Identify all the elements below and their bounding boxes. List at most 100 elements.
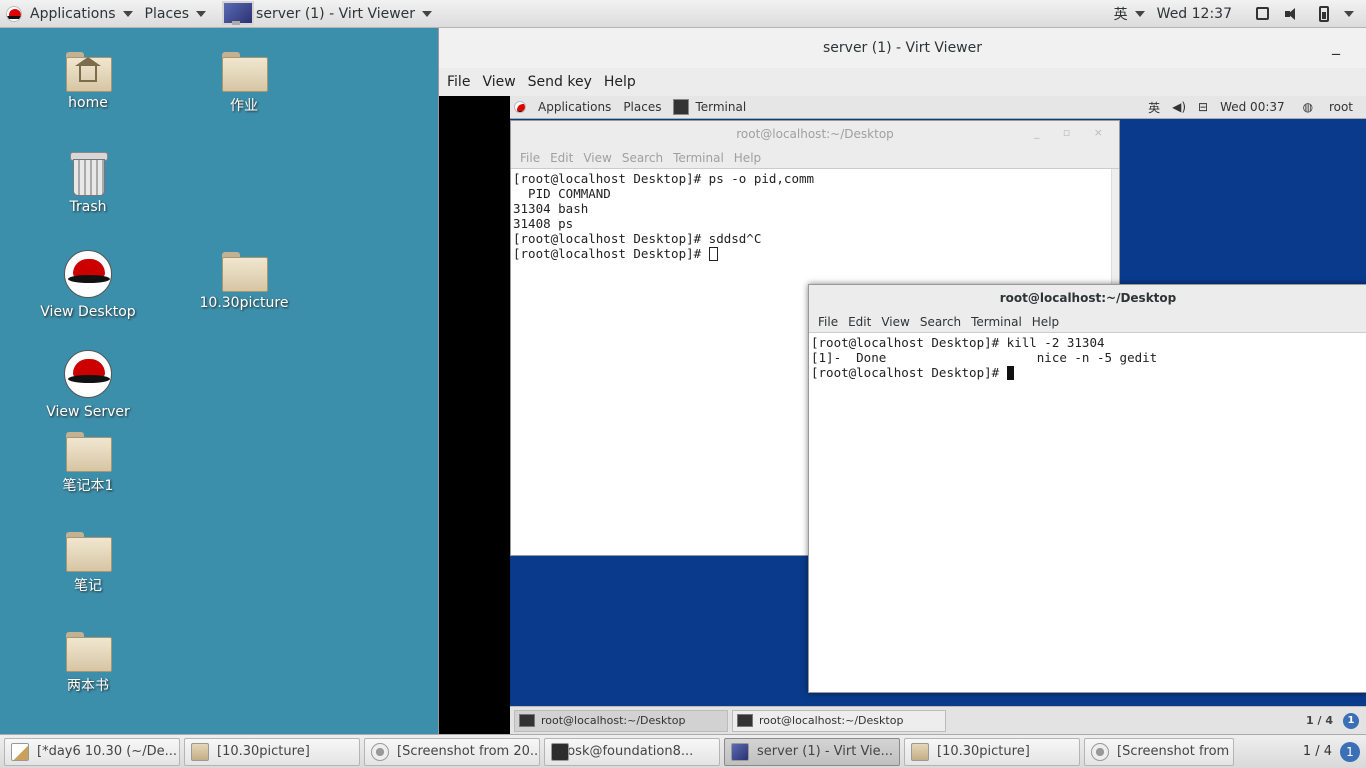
desktop-icon-view-desktop[interactable]: View Desktop [33, 250, 143, 320]
terminal-prompt: [root@localhost Desktop]# [811, 365, 1007, 380]
taskbar-item-virt-viewer[interactable]: server (1) - Virt Vie... [724, 737, 900, 766]
window-menu[interactable]: server (1) - Virt Viewer [212, 0, 438, 28]
desktop-icon-label: 作业 [230, 98, 258, 114]
term-menu-view[interactable]: View [876, 315, 914, 329]
window-menu-label: server (1) - Virt Viewer [256, 5, 416, 22]
taskbar-item-label: [kiosk@foundation8... [551, 744, 694, 759]
guest-pager-label: 1 / 4 [1306, 714, 1333, 727]
term-menu-edit[interactable]: Edit [545, 151, 578, 165]
desktop-icon-trash[interactable]: Trash [33, 150, 143, 215]
guest-display[interactable]: Applications Places Terminal 英 ◀) ⊟ Wed … [439, 96, 1366, 734]
term-menu-edit[interactable]: Edit [843, 315, 876, 329]
applications-menu[interactable]: Applications [0, 0, 139, 28]
info-icon[interactable]: 1 [1340, 741, 1360, 762]
taskbar-item-1030picture[interactable]: [10.30picture] [184, 737, 360, 766]
desktop-icon-1030picture[interactable]: 10.30picture [189, 252, 299, 311]
desktop-icon-label: 10.30picture [199, 295, 289, 311]
terminal-window-2[interactable]: root@localhost:~/Desktop File Edit View … [808, 284, 1366, 693]
desktop-icon-label: 两本书 [67, 678, 109, 694]
guest-task-terminal-1[interactable]: root@localhost:~/Desktop [514, 709, 728, 732]
desktop-icon-view-server[interactable]: View Server [33, 350, 143, 420]
guest-user-menu[interactable]: ◍ root [1291, 100, 1366, 114]
guest-network-icon[interactable]: ⊟ [1192, 100, 1214, 114]
guest-places-menu[interactable]: Places [617, 100, 667, 114]
taskbar-item-screenshot[interactable]: [Screenshot from 20... [364, 737, 540, 766]
menu-help[interactable]: Help [598, 74, 642, 90]
menu-send-key[interactable]: Send key [522, 74, 598, 90]
desktop-icon-two-books[interactable]: 两本书 [33, 632, 143, 695]
guest-terminal-menu[interactable]: Terminal [689, 100, 752, 114]
minimize-button[interactable]: _ [1332, 36, 1340, 55]
desktop-icon-notebook1[interactable]: 笔记本1 [33, 432, 143, 495]
guest-workspace-pager[interactable]: 1 / 4 1 [1306, 712, 1366, 729]
terminal-line: [root@localhost Desktop]# sddsd^C [513, 231, 762, 246]
folder-icon [66, 432, 112, 472]
term-menu-help[interactable]: Help [729, 151, 766, 165]
display-icon[interactable] [1256, 7, 1269, 20]
desktop-icon-label: 笔记 [74, 578, 102, 594]
taskbar-item-label: [10.30picture] [217, 744, 310, 759]
guest-applications-menu[interactable]: Applications [532, 100, 617, 114]
host-top-bar: Applications Places server (1) - Virt Vi… [0, 0, 1366, 28]
terminal-icon [737, 714, 753, 727]
terminal-menubar: File Edit View Search Terminal Help [511, 147, 1119, 169]
desktop-icon-label: View Desktop [40, 304, 136, 320]
redhat-logo-icon [6, 5, 22, 22]
terminal-menubar: File Edit View Search Terminal Help [809, 311, 1366, 333]
terminal-titlebar[interactable]: root@localhost:~/Desktop _ ▫ × [511, 121, 1119, 147]
term-menu-help[interactable]: Help [1027, 315, 1064, 329]
input-method-menu[interactable]: 英 [1108, 0, 1151, 28]
system-menu-chevron-icon[interactable] [1344, 10, 1354, 17]
terminal-title: root@localhost:~/Desktop [736, 127, 894, 141]
guest-input-method[interactable]: 英 [1142, 99, 1166, 116]
battery-icon[interactable] [1319, 5, 1329, 22]
screenshot-icon [1091, 742, 1109, 761]
taskbar-item-label: [*day6 10.30 (~/De... [37, 744, 177, 759]
virt-viewer-menubar: File View Send key Help [439, 68, 1366, 96]
redhat-shadowman-icon [64, 350, 112, 398]
info-icon[interactable]: 1 [1343, 712, 1359, 729]
term-menu-terminal[interactable]: Terminal [668, 151, 729, 165]
places-menu[interactable]: Places [139, 0, 213, 28]
folder-icon [66, 532, 112, 572]
monitor-icon [218, 0, 255, 27]
term-menu-file[interactable]: File [515, 151, 545, 165]
host-taskbar: [*day6 10.30 (~/De... [10.30picture] [Sc… [0, 734, 1366, 768]
desktop-icon-homework[interactable]: 作业 [189, 52, 299, 115]
taskbar-item-1030picture-2[interactable]: [10.30picture] [904, 737, 1080, 766]
term-menu-terminal[interactable]: Terminal [966, 315, 1027, 329]
guest-desktop[interactable]: Applications Places Terminal 英 ◀) ⊟ Wed … [510, 96, 1366, 734]
desktop-icon-notes[interactable]: 笔记 [33, 532, 143, 595]
edit-icon [11, 742, 29, 761]
chevron-down-icon [422, 10, 433, 17]
terminal-titlebar[interactable]: root@localhost:~/Desktop [809, 285, 1366, 311]
terminal-output[interactable]: [root@localhost Desktop]# ps -o pid,comm… [511, 169, 1119, 263]
term-menu-view[interactable]: View [578, 151, 616, 165]
taskbar-item-kiosk-terminal[interactable]: [kiosk@foundation8... [544, 737, 720, 766]
term-menu-search[interactable]: Search [915, 315, 966, 329]
taskbar-item-day6-editor[interactable]: [*day6 10.30 (~/De... [4, 737, 180, 766]
term-menu-file[interactable]: File [813, 315, 843, 329]
chevron-down-icon [122, 10, 133, 17]
clock[interactable]: Wed 12:37 [1151, 0, 1246, 28]
guest-clock[interactable]: Wed 00:37 [1214, 100, 1291, 114]
guest-volume-icon[interactable]: ◀) [1166, 100, 1192, 114]
menu-file[interactable]: File [441, 74, 476, 90]
term-menu-search[interactable]: Search [617, 151, 668, 165]
guest-task-terminal-2[interactable]: root@localhost:~/Desktop [732, 709, 946, 732]
guest-task-label: root@localhost:~/Desktop [541, 714, 686, 727]
menu-view[interactable]: View [476, 74, 521, 90]
terminal-line: 31408 ps [513, 216, 574, 231]
desktop-icon-home[interactable]: home [33, 52, 143, 111]
terminal-line: [root@localhost Desktop]# kill -2 31304 [811, 335, 1105, 350]
taskbar-item-screenshot-2[interactable]: [Screenshot from 20... [1084, 737, 1234, 766]
terminal-title: root@localhost:~/Desktop [999, 291, 1177, 305]
host-workspace-pager[interactable]: 1 / 4 1 [1303, 741, 1366, 762]
clock-label: Wed 12:37 [1156, 5, 1232, 22]
terminal-output[interactable]: [root@localhost Desktop]# kill -2 31304 [… [809, 333, 1366, 382]
guest-bottom-bar: root@localhost:~/Desktop root@localhost:… [510, 706, 1366, 734]
window-title: server (1) - Virt Viewer [823, 40, 982, 56]
window-controls[interactable]: _ ▫ × [1034, 126, 1113, 139]
virt-viewer-titlebar[interactable]: server (1) - Virt Viewer _ [439, 28, 1366, 68]
volume-icon[interactable] [1285, 7, 1305, 21]
